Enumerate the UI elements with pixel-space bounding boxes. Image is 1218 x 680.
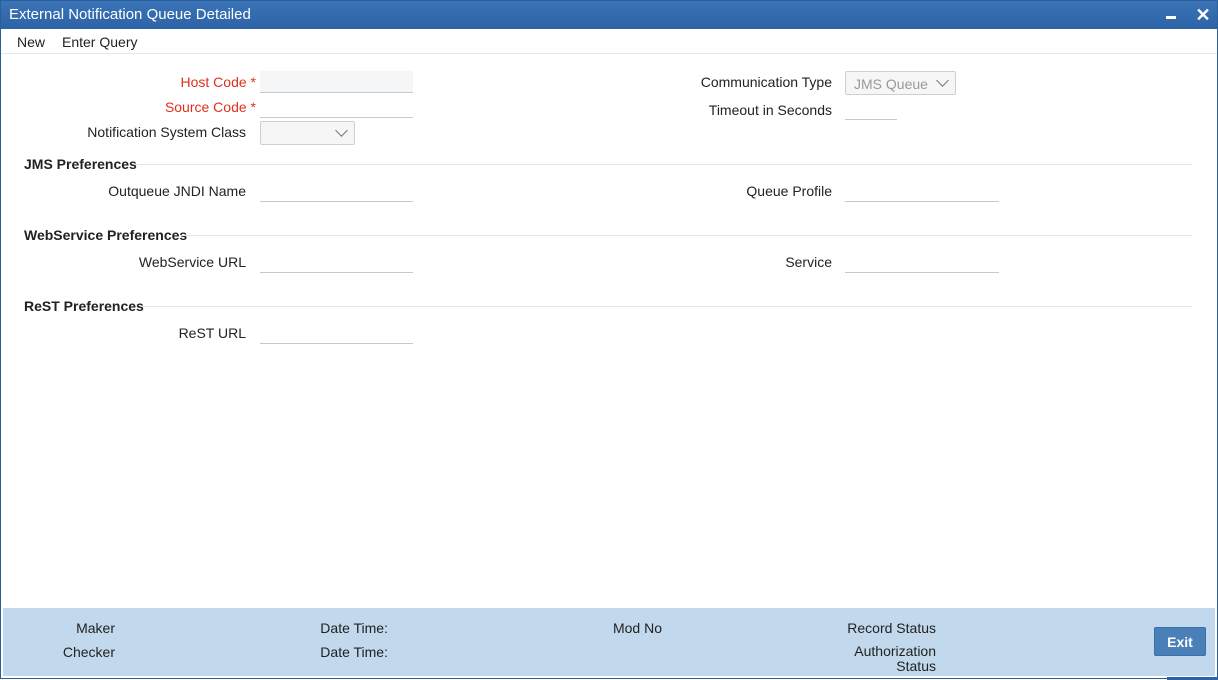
title-bar: External Notification Queue Detailed ✕ — [1, 1, 1217, 29]
menu-new[interactable]: New — [17, 34, 45, 50]
maker-label: Maker — [76, 620, 115, 636]
outqueue-jndi-label: Outqueue JNDI Name — [108, 183, 246, 199]
host-code-label: Host Code * — [180, 74, 257, 90]
record-status-label: Record Status — [847, 620, 936, 636]
minimize-icon[interactable] — [1161, 5, 1181, 25]
timeout-label: Timeout in Seconds — [708, 102, 832, 118]
checker-date-time-label: Date Time: — [320, 644, 388, 660]
communication-type-select[interactable]: JMS Queue — [845, 71, 956, 95]
webservice-url-input[interactable] — [260, 251, 413, 273]
window-title: External Notification Queue Detailed — [9, 6, 251, 23]
authorization-status-label: Authorization Status — [854, 643, 936, 674]
app-window: External Notification Queue Detailed ✕ N… — [0, 0, 1218, 680]
source-code-input[interactable] — [260, 96, 413, 118]
close-icon[interactable]: ✕ — [1193, 5, 1213, 25]
service-input[interactable] — [845, 251, 999, 273]
notification-system-class-select[interactable] — [260, 121, 355, 145]
checker-label: Checker — [62, 644, 115, 660]
notification-system-class-label: Notification System Class — [87, 124, 246, 140]
webservice-url-label: WebService URL — [138, 254, 246, 270]
communication-type-label: Communication Type — [700, 74, 832, 90]
rest-divider — [141, 306, 1192, 307]
rest-url-label: ReST URL — [178, 325, 246, 341]
exit-button[interactable]: Exit — [1154, 627, 1206, 656]
rest-url-input[interactable] — [260, 322, 413, 344]
jms-divider — [134, 164, 1192, 165]
host-code-input[interactable] — [260, 71, 413, 93]
audit-footer: Maker Checker Date Time: Date Time: Mod … — [3, 608, 1215, 676]
queue-profile-label: Queue Profile — [746, 183, 832, 199]
chevron-down-icon — [335, 124, 348, 137]
source-code-label: Source Code * — [164, 99, 256, 115]
maker-date-time-label: Date Time: — [320, 620, 388, 636]
queue-profile-input[interactable] — [845, 180, 999, 202]
outqueue-jndi-input[interactable] — [260, 180, 413, 202]
communication-type-value: JMS Queue — [854, 76, 928, 92]
webservice-preferences-heading: WebService Preferences — [24, 227, 188, 243]
chevron-down-icon — [936, 74, 949, 87]
timeout-input[interactable] — [845, 98, 897, 120]
service-label: Service — [785, 254, 832, 270]
rest-preferences-heading: ReST Preferences — [24, 298, 144, 314]
menu-enter-query[interactable]: Enter Query — [62, 34, 137, 50]
webservice-divider — [180, 235, 1192, 236]
jms-preferences-heading: JMS Preferences — [24, 156, 137, 172]
mod-no-label: Mod No — [612, 620, 662, 636]
menu-bar: New Enter Query — [1, 29, 1217, 54]
